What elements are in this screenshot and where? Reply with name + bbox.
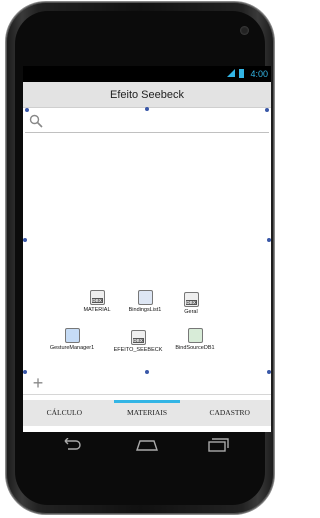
home-icon[interactable] bbox=[135, 438, 159, 454]
component-bindsourcedb1[interactable]: BindSourceDB1 bbox=[169, 328, 221, 351]
battery-icon bbox=[239, 69, 244, 78]
selection-handle-middle-left[interactable] bbox=[23, 238, 27, 242]
divider bbox=[23, 394, 271, 395]
search-icon[interactable] bbox=[29, 114, 47, 132]
component-label: BindSourceDB1 bbox=[175, 345, 215, 351]
component-gesturemanager1[interactable]: GestureManager1 bbox=[47, 328, 97, 351]
selection-handle-bottom-left[interactable] bbox=[23, 370, 27, 374]
dbx-component-icon: DBX bbox=[183, 292, 199, 307]
selection-handle-top-right[interactable] bbox=[265, 108, 269, 112]
tab-calculo[interactable]: CÁLCULO bbox=[23, 400, 106, 426]
component-geral[interactable]: DBX Geral bbox=[177, 292, 205, 315]
component-label: EFEITO_SEEBECK bbox=[113, 347, 163, 353]
component-efeito-seebeck[interactable]: DBX EFEITO_SEEBECK bbox=[111, 330, 165, 353]
back-icon[interactable] bbox=[61, 437, 85, 454]
selection-handle-top-left[interactable] bbox=[25, 108, 29, 112]
signal-icon bbox=[227, 69, 235, 79]
gesture-manager-icon bbox=[64, 328, 80, 343]
app-title: Efeito Seebeck bbox=[110, 89, 184, 101]
component-label: BindingsList1 bbox=[128, 307, 162, 313]
add-button[interactable]: + bbox=[30, 374, 46, 392]
tab-materiais[interactable]: MATERIAIS bbox=[106, 400, 189, 426]
recent-apps-icon[interactable] bbox=[207, 438, 231, 454]
bindings-list-icon bbox=[137, 290, 153, 305]
navigation-bar bbox=[23, 432, 271, 462]
selection-handle-middle-right[interactable] bbox=[267, 238, 271, 242]
component-material[interactable]: DBX MATERIAL bbox=[79, 290, 115, 313]
app-screen: 4:00 Efeito Seebeck DBX MATERIAL Binding… bbox=[23, 66, 271, 432]
selection-handle-top-center[interactable] bbox=[145, 107, 149, 111]
dbx-component-icon: DBX bbox=[130, 330, 146, 345]
dbx-component-icon: DBX bbox=[89, 290, 105, 305]
camera-lens bbox=[240, 26, 249, 35]
component-label: MATERIAL bbox=[83, 307, 111, 313]
status-time: 4:00 bbox=[250, 69, 268, 79]
tab-bar: CÁLCULO MATERIAIS CADASTRO bbox=[23, 400, 271, 426]
tab-cadastro[interactable]: CADASTRO bbox=[188, 400, 271, 426]
component-label: Geral bbox=[184, 309, 198, 315]
status-bar: 4:00 bbox=[23, 66, 271, 82]
selection-handle-bottom-center[interactable] bbox=[145, 370, 149, 374]
component-label: GestureManager1 bbox=[49, 345, 95, 351]
selection-handle-bottom-right[interactable] bbox=[267, 370, 271, 374]
title-bar: Efeito Seebeck bbox=[23, 82, 271, 108]
component-bindingslist1[interactable]: BindingsList1 bbox=[123, 290, 167, 313]
search-bar[interactable] bbox=[25, 113, 269, 133]
bind-source-icon bbox=[187, 328, 203, 343]
